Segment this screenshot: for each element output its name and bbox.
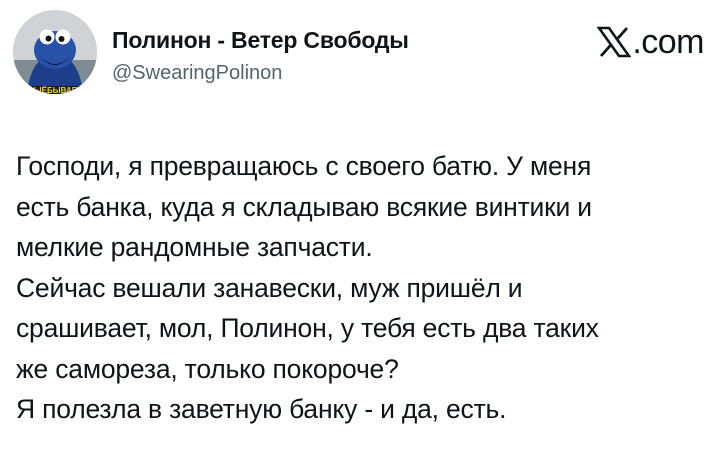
tweet-text: Господи, я превращаюсь с своего батю. У … <box>16 146 716 430</box>
tweet-line: Сейчас вешали занавески, муж пришёл и <box>16 272 523 303</box>
tweet-line: есть банка, куда я складываю всякие винт… <box>16 191 592 222</box>
author-display-name[interactable]: Полинон - Ветер Свободы <box>112 27 409 54</box>
cookie-monster-avatar-icon: ВЫЁБЫВАЕТ <box>13 10 97 94</box>
tweet-line: срашивает, мол, Полинон, у тебя есть два… <box>16 313 599 343</box>
tweet-line: Господи, я превращаюсь с своего батю. У … <box>16 151 592 181</box>
brand-suffix: .com <box>632 23 704 61</box>
tweet-line: Я полезла в заветную банку - и да, есть. <box>16 394 507 424</box>
tweet-line: же самореза, только покороче? <box>16 353 399 384</box>
tweet-line: мелкие рандомные запчасти. <box>16 232 373 262</box>
avatar[interactable]: ВЫЁБЫВАЕТ <box>13 10 97 94</box>
avatar-badge-text: ВЫЁБЫВАЕТ <box>28 86 82 94</box>
x-com-brand: .com <box>597 22 704 62</box>
tweet-card: ВЫЁБЫВАЕТ Полинон - Ветер Свободы @Swear… <box>0 0 728 459</box>
author-handle[interactable]: @SwearingPolinon <box>112 62 282 85</box>
x-logo-icon <box>597 26 632 58</box>
